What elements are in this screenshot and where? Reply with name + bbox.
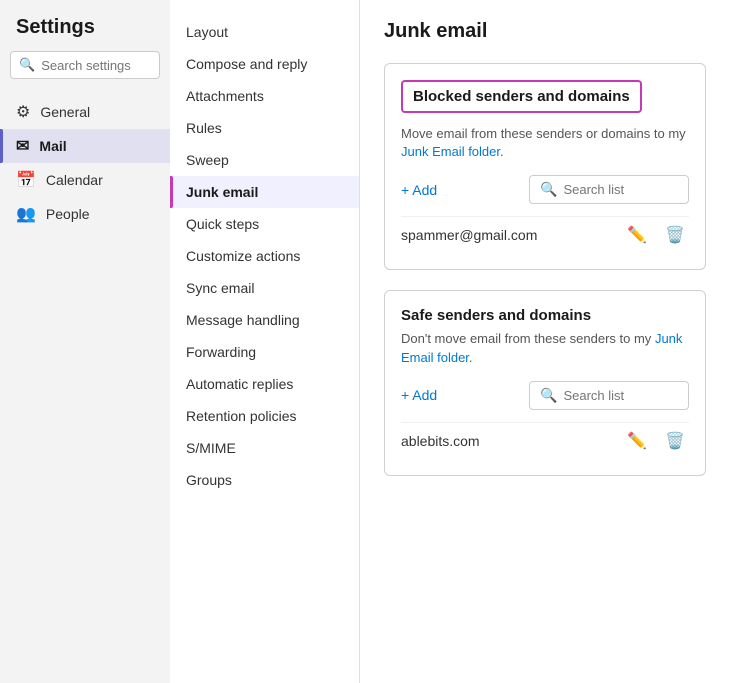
middle-menu: Layout Compose and reply Attachments Rul… xyxy=(170,0,360,683)
menu-item-smime[interactable]: S/MIME xyxy=(170,432,359,464)
safe-senders-section: Safe senders and domains Don't move emai… xyxy=(384,290,706,475)
sidebar-item-mail[interactable]: ✉ Mail xyxy=(0,129,170,163)
menu-item-layout[interactable]: Layout xyxy=(170,16,359,48)
main-content: Junk email Blocked senders and domains M… xyxy=(360,0,730,683)
menu-item-autoreplies[interactable]: Automatic replies xyxy=(170,368,359,400)
blocked-heading: Blocked senders and domains xyxy=(401,80,642,113)
menu-item-sync[interactable]: Sync email xyxy=(170,272,359,304)
safe-action-row: + Add 🔍 xyxy=(401,381,689,410)
mail-icon: ✉ xyxy=(16,136,29,156)
people-icon: 👥 xyxy=(16,204,36,224)
blocked-entry-row: spammer@gmail.com ✏️ 🗑️ xyxy=(401,216,689,253)
menu-item-attachments[interactable]: Attachments xyxy=(170,80,359,112)
search-settings-box[interactable]: 🔍 xyxy=(10,51,160,79)
sidebar-item-general[interactable]: ⚙ General xyxy=(0,95,170,129)
safe-search-box[interactable]: 🔍 xyxy=(529,381,689,410)
edit-safe-button[interactable]: ✏️ xyxy=(623,429,651,453)
blocked-search-box[interactable]: 🔍 xyxy=(529,175,689,204)
delete-safe-button[interactable]: 🗑️ xyxy=(661,429,689,453)
sidebar-item-calendar[interactable]: 📅 Calendar xyxy=(0,163,170,197)
sidebar-item-label: General xyxy=(40,104,90,120)
menu-item-rules[interactable]: Rules xyxy=(170,112,359,144)
menu-item-sweep[interactable]: Sweep xyxy=(170,144,359,176)
gear-icon: ⚙ xyxy=(16,102,30,122)
menu-item-quicksteps[interactable]: Quick steps xyxy=(170,208,359,240)
sidebar-title: Settings xyxy=(0,16,170,51)
edit-blocked-button[interactable]: ✏️ xyxy=(623,223,651,247)
search-list-icon: 🔍 xyxy=(540,181,557,198)
page-title: Junk email xyxy=(384,20,706,43)
search-icon: 🔍 xyxy=(19,57,35,73)
search-safe-icon: 🔍 xyxy=(540,387,557,404)
sidebar-item-label: Mail xyxy=(39,138,66,154)
sidebar-item-label: People xyxy=(46,206,90,222)
menu-item-junk[interactable]: Junk email xyxy=(170,176,359,208)
menu-item-forwarding[interactable]: Forwarding xyxy=(170,336,359,368)
safe-email: ablebits.com xyxy=(401,433,480,449)
safe-row-actions: ✏️ 🗑️ xyxy=(623,429,689,453)
blocked-add-button[interactable]: + Add xyxy=(401,182,437,198)
menu-item-customize[interactable]: Customize actions xyxy=(170,240,359,272)
blocked-row-actions: ✏️ 🗑️ xyxy=(623,223,689,247)
menu-item-groups[interactable]: Groups xyxy=(170,464,359,496)
safe-add-button[interactable]: + Add xyxy=(401,387,437,403)
safe-entry-row: ablebits.com ✏️ 🗑️ xyxy=(401,422,689,459)
menu-item-retention[interactable]: Retention policies xyxy=(170,400,359,432)
sidebar-item-people[interactable]: 👥 People xyxy=(0,197,170,231)
menu-item-message[interactable]: Message handling xyxy=(170,304,359,336)
blocked-action-row: + Add 🔍 xyxy=(401,175,689,204)
menu-item-compose[interactable]: Compose and reply xyxy=(170,48,359,80)
blocked-description: Move email from these senders or domains… xyxy=(401,125,689,161)
safe-heading: Safe senders and domains xyxy=(401,307,689,324)
delete-blocked-button[interactable]: 🗑️ xyxy=(661,223,689,247)
sidebar: Settings 🔍 ⚙ General ✉ Mail 📅 Calendar 👥… xyxy=(0,0,170,683)
safe-search-input[interactable] xyxy=(563,388,678,403)
calendar-icon: 📅 xyxy=(16,170,36,190)
search-settings-input[interactable] xyxy=(41,58,151,73)
blocked-email: spammer@gmail.com xyxy=(401,227,537,243)
safe-description: Don't move email from these senders to m… xyxy=(401,330,689,366)
sidebar-item-label: Calendar xyxy=(46,172,103,188)
junk-folder-link-blocked[interactable]: Junk Email folder xyxy=(401,144,500,159)
blocked-search-input[interactable] xyxy=(563,182,678,197)
blocked-senders-section: Blocked senders and domains Move email f… xyxy=(384,63,706,270)
